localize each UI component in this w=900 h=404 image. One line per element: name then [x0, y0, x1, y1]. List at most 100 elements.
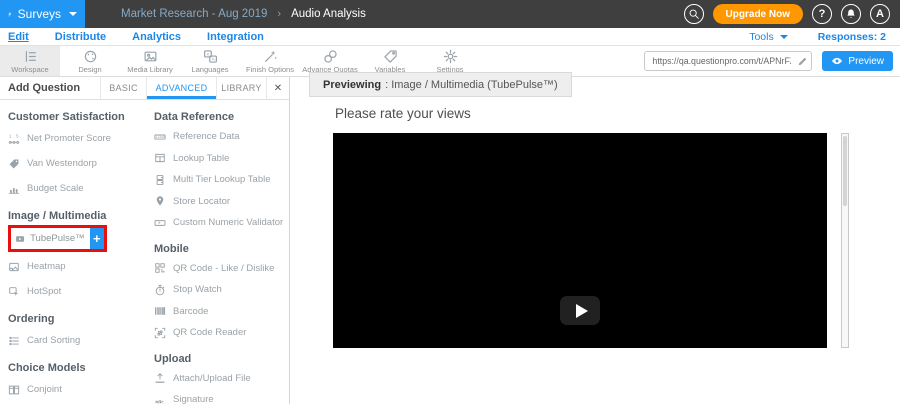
- price-tag-icon: [8, 158, 20, 170]
- help-button[interactable]: ?: [812, 4, 832, 24]
- add-question-panel: Add Question BASICADVANCEDLIBRARY ✕ Cust…: [0, 77, 290, 404]
- question-type-lookup-table[interactable]: Lookup Table: [154, 148, 289, 170]
- toolbar-item-finish-options[interactable]: Finish Options: [240, 46, 300, 76]
- previewing-label: : Image / Multimedia (TubePulse™): [385, 79, 558, 91]
- tab-basic[interactable]: BASIC: [100, 77, 146, 99]
- question-type-hotspot[interactable]: HotSpot: [8, 279, 142, 304]
- scrollbar-thumb[interactable]: [843, 136, 847, 206]
- palette-icon: [83, 49, 98, 64]
- toolbar-item-media-library[interactable]: Media Library: [120, 46, 180, 76]
- question-type-qr-code-like-dislike[interactable]: QR Code - Like / Dislike: [154, 258, 289, 280]
- question-type-custom-numeric-validator[interactable]: *Custom Numeric Validator: [154, 212, 289, 234]
- menu-item-edit[interactable]: Edit: [8, 31, 29, 43]
- question-type-label: Signature: [173, 394, 214, 404]
- video-player[interactable]: [333, 133, 827, 348]
- main-area: Add Question BASICADVANCEDLIBRARY ✕ Cust…: [0, 77, 900, 404]
- menu-item-analytics[interactable]: Analytics: [132, 31, 181, 43]
- play-icon: [576, 304, 588, 318]
- bell-icon: [845, 8, 857, 20]
- toolbar-item-label: Languages: [191, 65, 228, 74]
- notifications-button[interactable]: [841, 4, 861, 24]
- svg-text:12345: 12345: [156, 135, 165, 139]
- breadcrumb-parent[interactable]: Market Research - Aug 2019: [121, 8, 267, 20]
- close-panel-button[interactable]: ✕: [266, 77, 289, 99]
- question-type-store-locator[interactable]: Store Locator: [154, 191, 289, 213]
- question-type-tubepulse-highlighted[interactable]: TubePulse™+: [8, 225, 107, 252]
- breadcrumb-separator-icon: ›: [277, 8, 281, 20]
- question-type-label: Stop Watch: [173, 284, 222, 295]
- question-type-label: QR Code Reader: [173, 327, 246, 338]
- nps-scale-icon: 15: [8, 133, 20, 145]
- preview-pane: Previewing : Image / Multimedia (TubePul…: [290, 77, 900, 404]
- question-type-attach-upload-file[interactable]: Attach/Upload File: [154, 368, 289, 390]
- question-type-qr-code-reader[interactable]: QR Code Reader: [154, 322, 289, 344]
- preview-button[interactable]: Preview: [822, 51, 893, 71]
- responses-link[interactable]: Responses: 2: [818, 31, 886, 43]
- languages-icon: xA: [203, 49, 218, 64]
- tag-outline-icon: [383, 49, 398, 64]
- toolbar-item-languages[interactable]: xALanguages: [180, 46, 240, 76]
- question-type-conjoint[interactable]: Conjoint: [8, 377, 142, 402]
- top-bar: Surveys Market Research - Aug 2019 › Aud…: [0, 0, 900, 28]
- section-data-reference: Data Reference12345Reference DataLookup …: [154, 111, 289, 234]
- stacked-tables-icon: [154, 174, 166, 186]
- question-type-van-westendorp[interactable]: Van Westendorp: [8, 151, 142, 176]
- svg-text:A: A: [211, 56, 215, 61]
- add-question-plus-button[interactable]: +: [90, 228, 104, 249]
- question-type-multi-tier-lookup-table[interactable]: Multi Tier Lookup Table: [154, 169, 289, 191]
- question-type-reference-data[interactable]: 12345Reference Data: [154, 126, 289, 148]
- stopwatch-icon: [154, 284, 166, 296]
- topbar-actions: Upgrade Now ? A: [684, 4, 900, 24]
- question-type-label: Heatmap: [27, 261, 66, 272]
- question-type-label: Card Sorting: [27, 335, 80, 346]
- survey-url-input[interactable]: [645, 56, 793, 66]
- bar-chart-icon: [8, 183, 20, 195]
- toolbar-item-label: Design: [78, 65, 101, 74]
- tab-library[interactable]: LIBRARY: [216, 77, 266, 99]
- avatar-label: A: [876, 8, 884, 20]
- edit-url-button[interactable]: [793, 52, 811, 70]
- toolbar-item-label: Media Library: [127, 65, 172, 74]
- tab-advanced[interactable]: ADVANCED: [146, 77, 216, 99]
- barcode-icon: [154, 305, 166, 317]
- section-header: Choice Models: [8, 362, 142, 374]
- question-type-label: Net Promoter Score: [27, 133, 111, 144]
- section-header: Upload: [154, 353, 289, 365]
- menu-bar: Edit Distribute Analytics Integration Tools…: [0, 28, 900, 46]
- svg-text:x: x: [206, 51, 209, 56]
- gear-icon: [443, 49, 458, 64]
- search-button[interactable]: [684, 4, 704, 24]
- question-type-signature[interactable]: Signature: [154, 389, 289, 404]
- media-library-icon: [143, 49, 158, 64]
- preview-scrollbar[interactable]: [841, 133, 849, 348]
- eye-icon: [831, 55, 843, 67]
- question-type-card-sorting[interactable]: Card Sorting: [8, 328, 142, 353]
- question-type-stop-watch[interactable]: Stop Watch: [154, 279, 289, 301]
- toolbar-item-workspace[interactable]: Workspace: [0, 46, 60, 76]
- preview-label: Preview: [848, 56, 884, 67]
- section-choice-models: Choice ModelsConjointMax-Diff: [8, 362, 142, 404]
- upgrade-now-button[interactable]: Upgrade Now: [713, 4, 803, 24]
- add-question-title: Add Question: [0, 77, 100, 99]
- toolbar-item-design[interactable]: Design: [60, 46, 120, 76]
- question-type-heatmap[interactable]: Heatmap: [8, 254, 142, 279]
- question-types-column-1: Customer Satisfaction15Net Promoter Scor…: [0, 102, 142, 404]
- tools-dropdown[interactable]: Tools: [749, 31, 788, 43]
- surveys-menu-button[interactable]: Surveys: [0, 0, 85, 28]
- question-type-barcode[interactable]: Barcode: [154, 301, 289, 323]
- surveys-label: Surveys: [18, 7, 61, 21]
- menu-item-integration[interactable]: Integration: [207, 31, 264, 43]
- toolbar-right: Preview: [644, 46, 900, 76]
- upload-icon: [154, 372, 166, 384]
- play-button[interactable]: [560, 296, 600, 325]
- question-type-budget-scale[interactable]: Budget Scale: [8, 176, 142, 201]
- menu-item-distribute[interactable]: Distribute: [55, 31, 106, 43]
- question-type-label: Store Locator: [173, 196, 230, 207]
- question-type-net-promoter-score[interactable]: 15 Net Promoter Score: [8, 126, 142, 151]
- question-type-label: Conjoint: [27, 384, 62, 395]
- section-customer-satisfaction: Customer Satisfaction15Net Promoter Scor…: [8, 111, 142, 201]
- section-header: Ordering: [8, 313, 142, 325]
- account-avatar[interactable]: A: [870, 4, 890, 24]
- section-upload: Upload Attach/Upload File Signature: [154, 353, 289, 404]
- previewing-prefix: Previewing: [323, 79, 381, 91]
